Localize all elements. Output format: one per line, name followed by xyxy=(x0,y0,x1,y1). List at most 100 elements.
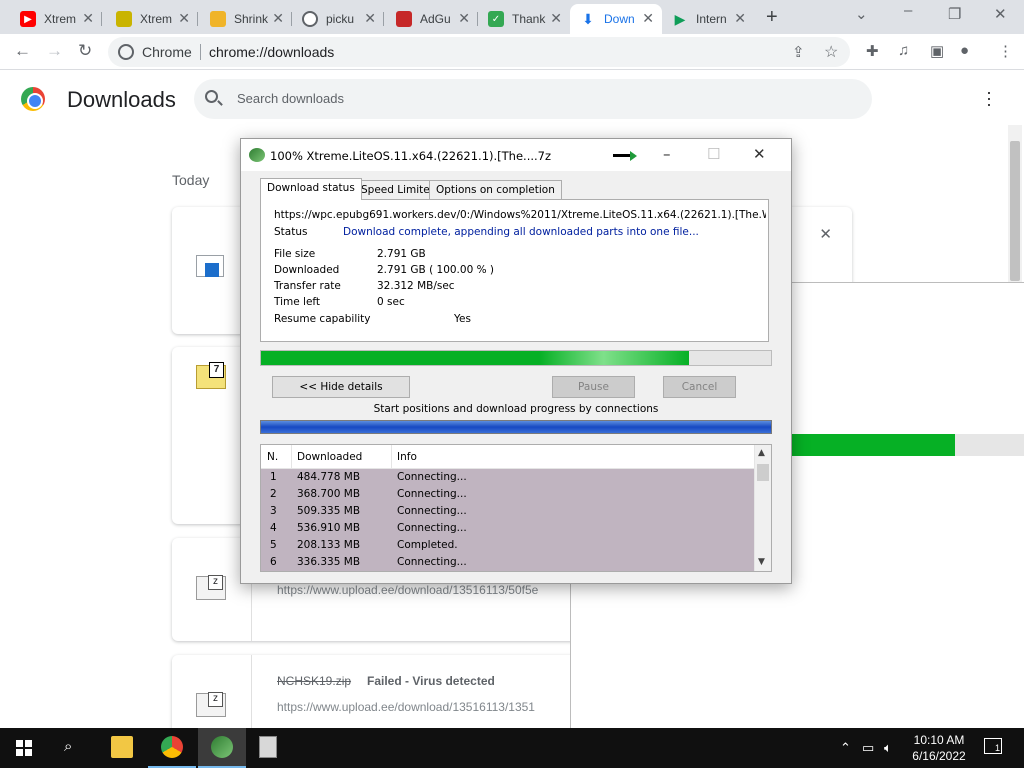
cell-downloaded: 536.910 MB xyxy=(297,522,361,534)
tab-6[interactable]: ✓ Thank ✕ xyxy=(478,4,570,34)
tab-2[interactable]: Xtrem ✕ xyxy=(106,4,198,34)
download-url: https://wpc.epubg691.workers.dev/0:/Wind… xyxy=(274,209,766,221)
windows-taskbar: ⌕ ⌃ ▭ 🔈︎ 10:10 AM 6/16/2022 1 xyxy=(0,728,1024,768)
url-text[interactable]: chrome://downloads xyxy=(209,44,334,60)
media-icon[interactable]: ♫ xyxy=(898,42,909,59)
file-size-value: 2.791 GB xyxy=(377,248,426,260)
dialog-titlebar[interactable]: 100% Xtreme.LiteOS.11.x64.(22621.1).[The… xyxy=(241,139,791,171)
network-icon[interactable]: ▭ xyxy=(862,740,874,756)
tab-1[interactable]: ▶ Xtrem ✕ xyxy=(10,4,102,34)
forward-icon[interactable]: → xyxy=(46,41,63,61)
file-name[interactable]: NCHSK19.zip xyxy=(277,674,351,688)
search-placeholder: Search downloads xyxy=(237,91,344,106)
close-icon[interactable]: ✕ xyxy=(364,10,376,27)
notification-count: 1 xyxy=(995,743,1001,753)
more-actions-icon[interactable]: · · · xyxy=(986,83,992,113)
hand-icon xyxy=(210,11,226,27)
table-scrollbar[interactable]: ▲ ▼ xyxy=(754,445,771,571)
reload-icon[interactable]: ↻ xyxy=(78,41,92,61)
close-icon[interactable]: ✕ xyxy=(272,10,284,27)
cancel-button[interactable]: Cancel xyxy=(663,376,736,398)
close-icon[interactable]: ✕ xyxy=(178,10,190,27)
hide-details-button[interactable]: << Hide details xyxy=(272,376,410,398)
close-icon[interactable]: ✕ xyxy=(642,10,654,27)
table-row[interactable]: 1 484.778 MB Connecting... xyxy=(261,469,754,486)
page-scrollbar-thumb[interactable] xyxy=(1010,141,1020,281)
clock-date: 6/16/2022 xyxy=(912,749,966,763)
cell-n: 4 xyxy=(270,522,277,534)
idm-taskbar-button[interactable] xyxy=(198,728,246,768)
close-icon[interactable]: ✕ xyxy=(734,10,746,27)
address-bar[interactable]: Chrome chrome://downloads ⇪ ☆ xyxy=(108,37,850,67)
tab-4[interactable]: picku ✕ xyxy=(292,4,384,34)
site-chip: Chrome xyxy=(142,44,192,60)
column-header-info[interactable]: Info xyxy=(397,451,417,463)
cell-info: Connecting... xyxy=(397,522,467,534)
table-row[interactable]: 4 536.910 MB Connecting... xyxy=(261,520,754,537)
downloaded-value: 2.791 GB ( 100.00 % ) xyxy=(377,264,494,276)
close-icon[interactable]: ✕ xyxy=(82,10,94,27)
tab-search-icon[interactable]: ⌄ xyxy=(855,5,868,23)
show-hidden-icons-icon[interactable]: ⌃ xyxy=(840,740,851,756)
notification-center-icon[interactable]: 1 xyxy=(984,738,1002,754)
cell-info: Connecting... xyxy=(397,556,467,568)
maximize-icon[interactable]: ☐ xyxy=(707,145,720,163)
chrome-taskbar-button[interactable] xyxy=(148,728,196,768)
connections-progress-bar xyxy=(260,420,772,434)
minimize-icon[interactable]: – xyxy=(904,2,912,19)
cell-n: 2 xyxy=(270,488,277,500)
download-progress-fill xyxy=(261,351,690,365)
profile-icon[interactable]: ● xyxy=(960,42,969,59)
column-header-n[interactable]: N. xyxy=(267,451,278,463)
archive-taskbar-button[interactable] xyxy=(246,728,294,768)
minimize-icon[interactable]: – xyxy=(663,145,671,163)
menu-icon[interactable]: ⋮ xyxy=(998,42,1013,60)
search-downloads-input[interactable]: Search downloads xyxy=(194,79,872,119)
table-row[interactable]: 6 336.335 MB Connecting... xyxy=(261,554,754,571)
tab-downloads[interactable]: ⬇ Down ✕ xyxy=(570,4,662,34)
close-icon[interactable]: ✕ xyxy=(753,145,766,163)
tab-download-status[interactable]: Download status xyxy=(260,178,362,200)
tab-title: Intern xyxy=(696,12,727,26)
scroll-up-icon[interactable]: ▲ xyxy=(758,448,765,458)
tab-speed-limiter[interactable]: Speed Limiter xyxy=(354,180,442,200)
tab-title: Thank xyxy=(512,12,546,26)
search-button[interactable]: ⌕ xyxy=(48,728,96,768)
cell-downloaded: 208.133 MB xyxy=(297,539,361,551)
tab-3[interactable]: Shrink ✕ xyxy=(200,4,292,34)
new-tab-button[interactable]: + xyxy=(766,6,778,29)
extensions-icon[interactable]: ✚ xyxy=(866,42,879,60)
divider xyxy=(200,44,201,60)
share-icon[interactable]: ⇪ xyxy=(792,43,805,61)
scroll-down-icon[interactable]: ▼ xyxy=(758,557,765,567)
tab-5[interactable]: AdGu ✕ xyxy=(386,4,478,34)
pause-button[interactable]: Pause xyxy=(552,376,635,398)
search-icon: ⌕ xyxy=(64,738,73,755)
start-button[interactable] xyxy=(0,728,48,768)
downloaded-label: Downloaded xyxy=(274,264,340,276)
cell-downloaded: 336.335 MB xyxy=(297,556,361,568)
close-icon[interactable]: ✕ xyxy=(550,10,562,27)
column-header-downloaded[interactable]: Downloaded xyxy=(297,451,362,463)
tab-8[interactable]: ▶ Intern ✕ xyxy=(662,4,754,34)
bookmark-star-icon[interactable]: ☆ xyxy=(824,42,838,62)
download-url[interactable]: https://www.upload.ee/download/13516113/… xyxy=(277,700,577,714)
download-url[interactable]: https://www.upload.ee/download/13516113/… xyxy=(277,583,577,597)
volume-icon[interactable]: 🔈︎ xyxy=(884,740,892,756)
system-clock[interactable]: 10:10 AM 6/16/2022 xyxy=(900,732,978,764)
scrollbar-thumb[interactable] xyxy=(757,464,769,481)
cell-info: Connecting... xyxy=(397,505,467,517)
archive-app-icon xyxy=(259,736,277,758)
close-icon[interactable]: ✕ xyxy=(458,10,470,27)
side-panel-icon[interactable]: ▣ xyxy=(930,42,944,60)
tab-options-on-completion[interactable]: Options on completion xyxy=(429,180,562,200)
file-explorer-button[interactable] xyxy=(98,728,146,768)
close-window-icon[interactable]: ✕ xyxy=(994,5,1007,23)
table-row[interactable]: 5 208.133 MB Completed. xyxy=(261,537,754,554)
table-row[interactable]: 3 509.335 MB Connecting... xyxy=(261,503,754,520)
remove-item-icon[interactable]: ✕ xyxy=(819,225,832,243)
table-row[interactable]: 2 368.700 MB Connecting... xyxy=(261,486,754,503)
back-icon[interactable]: ← xyxy=(14,41,31,61)
restore-icon[interactable]: ❐ xyxy=(948,5,961,23)
tab-title: Down xyxy=(604,12,635,26)
